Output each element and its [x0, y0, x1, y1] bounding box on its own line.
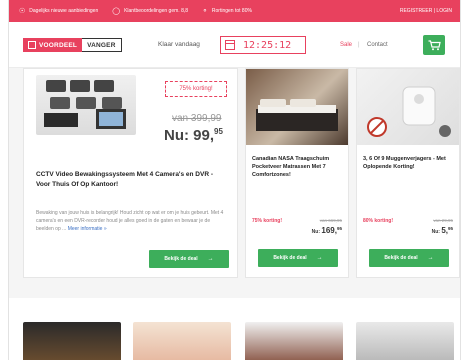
featured-deal-card[interactable]: 75% korting! van 399,99 Nu: 99,95 CCTV V… — [23, 68, 238, 278]
timer-label: Klaar vandaag — [158, 41, 200, 48]
discount-text: 75% korting! — [252, 218, 283, 224]
calendar-icon — [225, 40, 235, 50]
new-price: Nu: 169,95 — [312, 226, 342, 235]
button-label: Bekijk de deal — [273, 255, 307, 261]
nav-sale-link[interactable]: Sale — [340, 42, 352, 48]
register-login-link[interactable]: REGISTREER | LOGIN — [400, 8, 452, 14]
usp-item: ☉ Dagelijks nieuwe aanbiedingen — [19, 7, 98, 15]
price-main: 169, — [321, 226, 337, 235]
price-cents: 95 — [336, 226, 342, 231]
old-price: van 669,95 — [319, 218, 342, 223]
price-cents: 95 — [447, 226, 453, 231]
deal-title[interactable]: Canadian NASA Traagschuim Pocketveer Mat… — [252, 155, 344, 179]
description-text: Bewaking van jouw huis is belangrijk! Ho… — [36, 210, 224, 232]
logo-part-voordeel: VOORDEEL — [23, 38, 83, 52]
button-label: Bekijk de deal — [164, 256, 198, 262]
discount-text: 80% korting! — [363, 218, 394, 224]
view-deal-button[interactable]: Bekijk de deal → — [369, 249, 449, 267]
price-prefix: Nu: — [431, 229, 442, 235]
price-prefix: Nu: — [164, 127, 194, 144]
deal-thumbnail-product[interactable] — [356, 322, 454, 360]
cart-button[interactable] — [423, 35, 445, 55]
logo-box-icon — [28, 41, 36, 49]
nav-separator: | — [358, 42, 360, 48]
page-frame: ☉ Dagelijks nieuwe aanbiedingen ◯ Klantb… — [8, 0, 461, 360]
deal-card[interactable]: 3, 6 Of 9 Muggenverjagers - Met Oplopend… — [356, 68, 460, 278]
view-deal-button[interactable]: Bekijk de deal → — [149, 250, 229, 268]
deals-section-2 — [9, 298, 460, 360]
logo-text-1: VOORDEEL — [39, 41, 78, 49]
tag-icon: ☉ — [19, 8, 26, 15]
deal-thumbnail-earplugs[interactable] — [133, 322, 231, 360]
product-image-mattress — [246, 69, 348, 145]
deal-thumbnail-string-lights[interactable] — [23, 322, 121, 360]
product-image-mosquito-repeller — [357, 69, 459, 145]
deal-description: Bewaking van jouw huis is belangrijk! Ho… — [36, 209, 226, 233]
site-header: VOORDEEL VANGER Klaar vandaag 12:25:12 S… — [9, 22, 460, 68]
button-label: Bekijk de deal — [384, 255, 418, 261]
more-info-link[interactable]: Meer informatie » — [68, 226, 107, 232]
product-image-cctv — [36, 75, 136, 135]
discount-badge: 75% korting! — [165, 81, 227, 97]
old-price: van 29,95 — [433, 218, 453, 223]
thumbs-up-icon: ◯ — [112, 8, 121, 15]
price-main: 99, — [193, 127, 215, 144]
deal-card[interactable]: Canadian NASA Traagschuim Pocketveer Mat… — [245, 68, 349, 278]
old-price: van 399,99 — [172, 113, 222, 124]
deal-title[interactable]: 3, 6 Of 9 Muggenverjagers - Met Oplopend… — [363, 155, 455, 171]
deal-thumbnail-office-chairs[interactable] — [245, 322, 343, 360]
price-cents: 95 — [214, 127, 223, 136]
view-deal-button[interactable]: Bekijk de deal → — [258, 249, 338, 267]
price-prefix: Nu: — [311, 229, 322, 235]
usp-item: ⚬ Rortingen tot 80% — [202, 7, 252, 15]
usp-item: ◯ Klantbeoordelingen gem. 8,8 — [112, 7, 188, 15]
site-logo[interactable]: VOORDEEL VANGER — [23, 38, 122, 52]
usp-label: Klantbeoordelingen gem. 8,8 — [124, 8, 189, 14]
nav-contact-link[interactable]: Contact — [367, 42, 388, 48]
price-main: 5, — [441, 226, 448, 235]
new-price: Nu: 99,95 — [164, 127, 223, 144]
arrow-right-icon: → — [207, 256, 214, 262]
countdown-timer: 12:25:12 — [220, 36, 306, 54]
arrow-right-icon: → — [427, 255, 434, 261]
price-tag-icon: ⚬ — [202, 8, 208, 15]
arrow-right-icon: → — [316, 255, 323, 261]
shopping-cart-icon — [428, 39, 441, 50]
logo-part-vanger: VANGER — [82, 38, 122, 52]
new-price: Nu: 5,95 — [432, 226, 453, 235]
usp-bar: ☉ Dagelijks nieuwe aanbiedingen ◯ Klantb… — [9, 0, 460, 22]
timer-value: 12:25:12 — [243, 39, 292, 51]
usp-label: Dagelijks nieuwe aanbiedingen — [29, 8, 99, 14]
usp-label: Rortingen tot 80% — [211, 8, 252, 14]
deal-title[interactable]: CCTV Video Bewakingssysteem Met 4 Camera… — [36, 170, 226, 190]
